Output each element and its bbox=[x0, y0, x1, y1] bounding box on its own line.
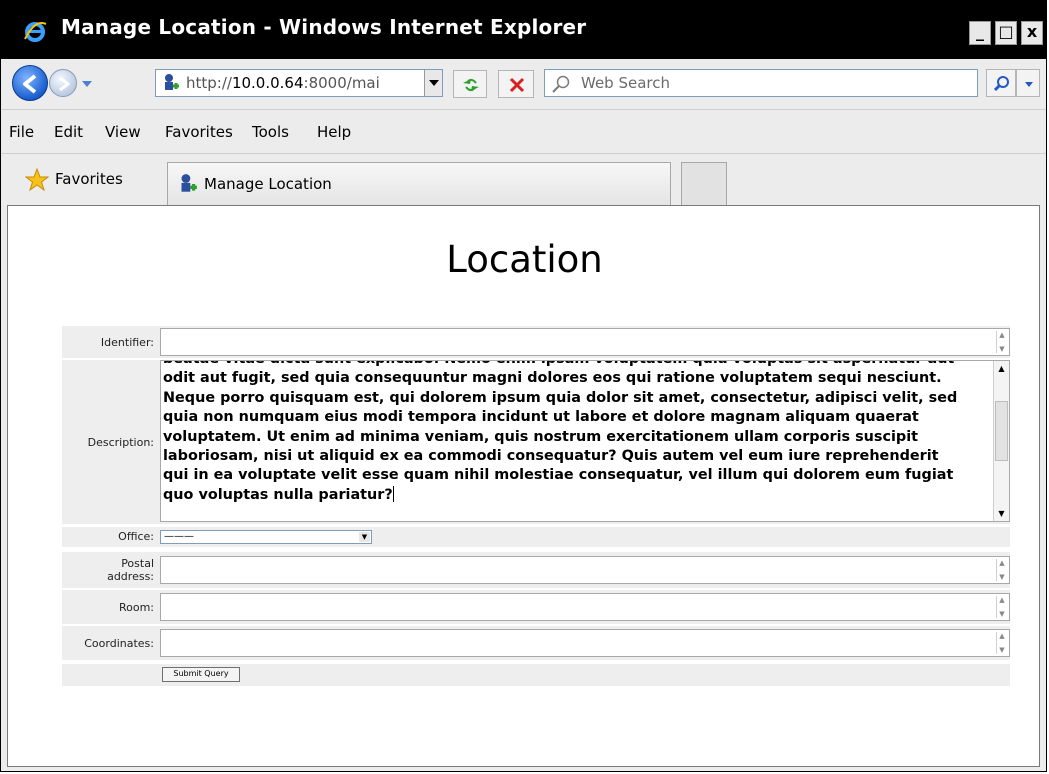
coordinates-spinner[interactable]: ▲ ▼ bbox=[996, 632, 1007, 654]
postal-address-field[interactable]: ▲ ▼ bbox=[160, 556, 1010, 584]
scroll-up-icon[interactable]: ▲ bbox=[995, 362, 1008, 375]
postal-label-line2: address: bbox=[107, 570, 154, 583]
submit-row: Submit Query bbox=[62, 664, 1010, 686]
description-textarea[interactable]: beatae vitae dicta sunt explicabo. Nemo … bbox=[160, 360, 1010, 522]
scroll-down-icon[interactable]: ▼ bbox=[995, 507, 1008, 520]
room-field[interactable]: ▲ ▼ bbox=[160, 593, 1010, 621]
search-button[interactable] bbox=[986, 69, 1016, 97]
scroll-down-icon[interactable]: ▼ bbox=[998, 345, 1006, 353]
postal-spinner[interactable]: ▲ ▼ bbox=[996, 559, 1007, 581]
identifier-spinner[interactable]: ▲ ▼ bbox=[996, 331, 1007, 353]
scroll-down-icon[interactable]: ▼ bbox=[998, 610, 1006, 618]
url-rest: :8000/mai bbox=[303, 74, 380, 92]
refresh-button[interactable] bbox=[453, 70, 487, 98]
scroll-up-icon[interactable]: ▲ bbox=[998, 331, 1006, 339]
scroll-up-icon[interactable]: ▲ bbox=[998, 632, 1006, 640]
search-icon bbox=[552, 75, 570, 93]
search-field[interactable]: Web Search bbox=[544, 69, 978, 97]
identifier-label: Identifier: bbox=[100, 336, 154, 349]
scroll-up-icon[interactable]: ▲ bbox=[998, 596, 1006, 604]
menu-favorites[interactable]: Favorites bbox=[165, 123, 233, 141]
coordinates-field[interactable]: ▲ ▼ bbox=[160, 629, 1010, 657]
browser-window: Manage Location - Windows Internet Explo… bbox=[0, 0, 1047, 772]
forward-arrow-icon bbox=[59, 76, 70, 92]
close-button[interactable]: x bbox=[1021, 21, 1043, 45]
stop-icon bbox=[509, 77, 525, 93]
menu-help[interactable]: Help bbox=[317, 123, 351, 141]
postal-label-line1: Postal bbox=[121, 557, 154, 570]
submit-button[interactable]: Submit Query bbox=[162, 667, 240, 682]
window-title: Manage Location - Windows Internet Explo… bbox=[61, 15, 587, 39]
page-title: Location bbox=[446, 238, 603, 281]
tab-manage-location[interactable]: Manage Location bbox=[167, 162, 671, 206]
scroll-down-icon[interactable]: ▼ bbox=[998, 573, 1006, 581]
navigation-toolbar: http://10.0.0.64:8000/mai Web Search bbox=[1, 59, 1046, 109]
postal-address-row: Postal address: ▲ ▼ bbox=[62, 552, 1010, 588]
room-spinner[interactable]: ▲ ▼ bbox=[996, 596, 1007, 618]
menu-view[interactable]: View bbox=[105, 123, 141, 141]
new-tab-button[interactable] bbox=[681, 162, 727, 206]
favorites-button[interactable]: Favorites bbox=[55, 170, 123, 188]
coordinates-label: Coordinates: bbox=[84, 637, 154, 650]
url-host: 10.0.0.64 bbox=[231, 74, 304, 92]
description-value: beatae vitae dicta sunt explicabo. Nemo … bbox=[163, 361, 958, 503]
address-bar[interactable]: http://10.0.0.64:8000/mai bbox=[155, 69, 443, 97]
office-selected-value: ——— bbox=[164, 531, 194, 542]
page-icon bbox=[165, 74, 179, 90]
minimize-button[interactable]: _ bbox=[969, 21, 991, 45]
maximize-button[interactable]: □ bbox=[995, 21, 1017, 45]
internet-explorer-icon bbox=[24, 22, 47, 42]
url-prefix: http:// bbox=[186, 74, 232, 92]
search-options-button[interactable] bbox=[1016, 69, 1040, 97]
postal-address-label: Postal address: bbox=[62, 557, 154, 583]
page-icon bbox=[181, 174, 197, 192]
scroll-up-icon[interactable]: ▲ bbox=[998, 559, 1006, 567]
identifier-row: Identifier: ▲ ▼ bbox=[62, 326, 1010, 358]
menu-file[interactable]: File bbox=[9, 123, 34, 141]
magnifier-icon bbox=[993, 76, 1009, 92]
description-scrollbar[interactable]: ▲ ▼ bbox=[993, 361, 1009, 521]
tab-label: Manage Location bbox=[204, 175, 332, 193]
coordinates-row: Coordinates: ▲ ▼ bbox=[62, 626, 1010, 660]
address-url[interactable]: http://10.0.0.64:8000/mai bbox=[186, 74, 422, 92]
description-row: Description: beatae vitae dicta sunt exp… bbox=[62, 360, 1010, 524]
page-content: Location Identifier: ▲ ▼ Description: be… bbox=[7, 205, 1040, 767]
title-bar[interactable]: Manage Location - Windows Internet Explo… bbox=[1, 1, 1046, 59]
office-select[interactable]: ——— ▼ bbox=[160, 530, 372, 544]
back-button[interactable] bbox=[12, 65, 48, 101]
room-row: Room: ▲ ▼ bbox=[62, 590, 1010, 624]
chevron-down-icon[interactable]: ▼ bbox=[359, 532, 370, 542]
scroll-down-icon[interactable]: ▼ bbox=[998, 646, 1006, 654]
stop-button[interactable] bbox=[498, 70, 534, 98]
text-caret bbox=[392, 485, 394, 502]
room-label: Room: bbox=[118, 601, 154, 614]
description-label: Description: bbox=[87, 436, 154, 449]
history-dropdown-icon[interactable] bbox=[81, 79, 93, 89]
chevron-down-icon bbox=[429, 80, 439, 86]
office-label: Office: bbox=[118, 530, 154, 543]
chevron-down-icon bbox=[1025, 82, 1033, 87]
menu-bar: File Edit View Favorites Tools Help bbox=[1, 109, 1046, 154]
favorites-bar: Favorites Manage Location bbox=[1, 153, 1046, 206]
address-dropdown-button[interactable] bbox=[424, 70, 442, 96]
description-text: beatae vitae dicta sunt explicabo. Nemo … bbox=[163, 361, 991, 505]
back-arrow-icon bbox=[23, 74, 37, 94]
menu-tools[interactable]: Tools bbox=[252, 123, 289, 141]
search-placeholder: Web Search bbox=[581, 74, 671, 92]
menu-edit[interactable]: Edit bbox=[54, 123, 83, 141]
office-row: Office: ——— ▼ bbox=[62, 527, 1010, 547]
identifier-field[interactable]: ▲ ▼ bbox=[160, 328, 1010, 356]
scrollbar-thumb[interactable] bbox=[995, 401, 1008, 461]
star-icon[interactable] bbox=[25, 168, 49, 192]
refresh-icon bbox=[463, 78, 479, 92]
forward-button[interactable] bbox=[49, 69, 77, 97]
